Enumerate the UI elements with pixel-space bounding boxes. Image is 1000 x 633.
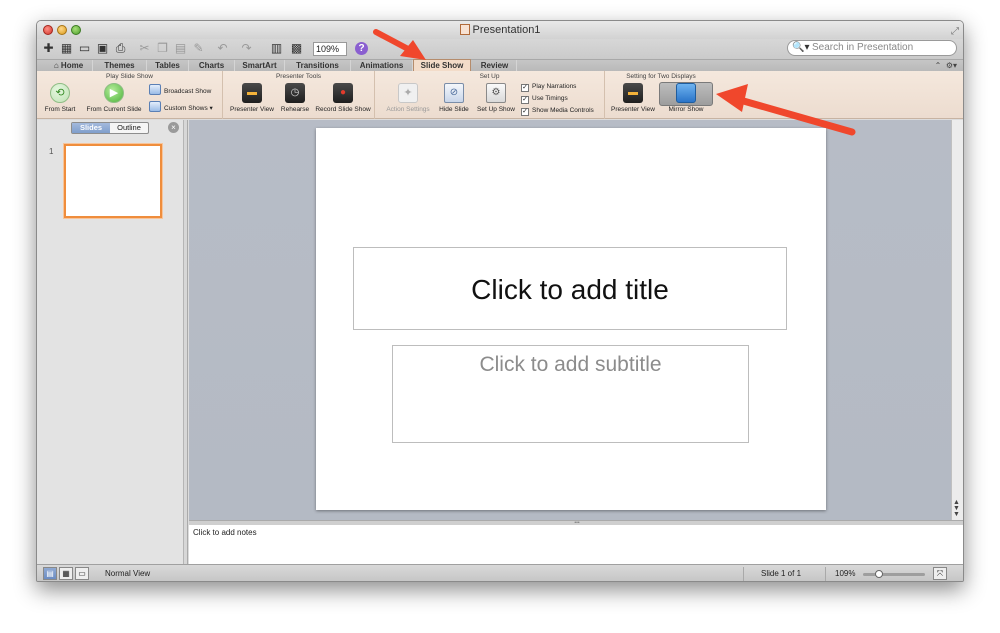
annotation-arrows xyxy=(373,29,856,136)
arrow-to-slide-show-tab xyxy=(373,29,426,60)
arrow-to-mirror-show xyxy=(716,84,856,136)
